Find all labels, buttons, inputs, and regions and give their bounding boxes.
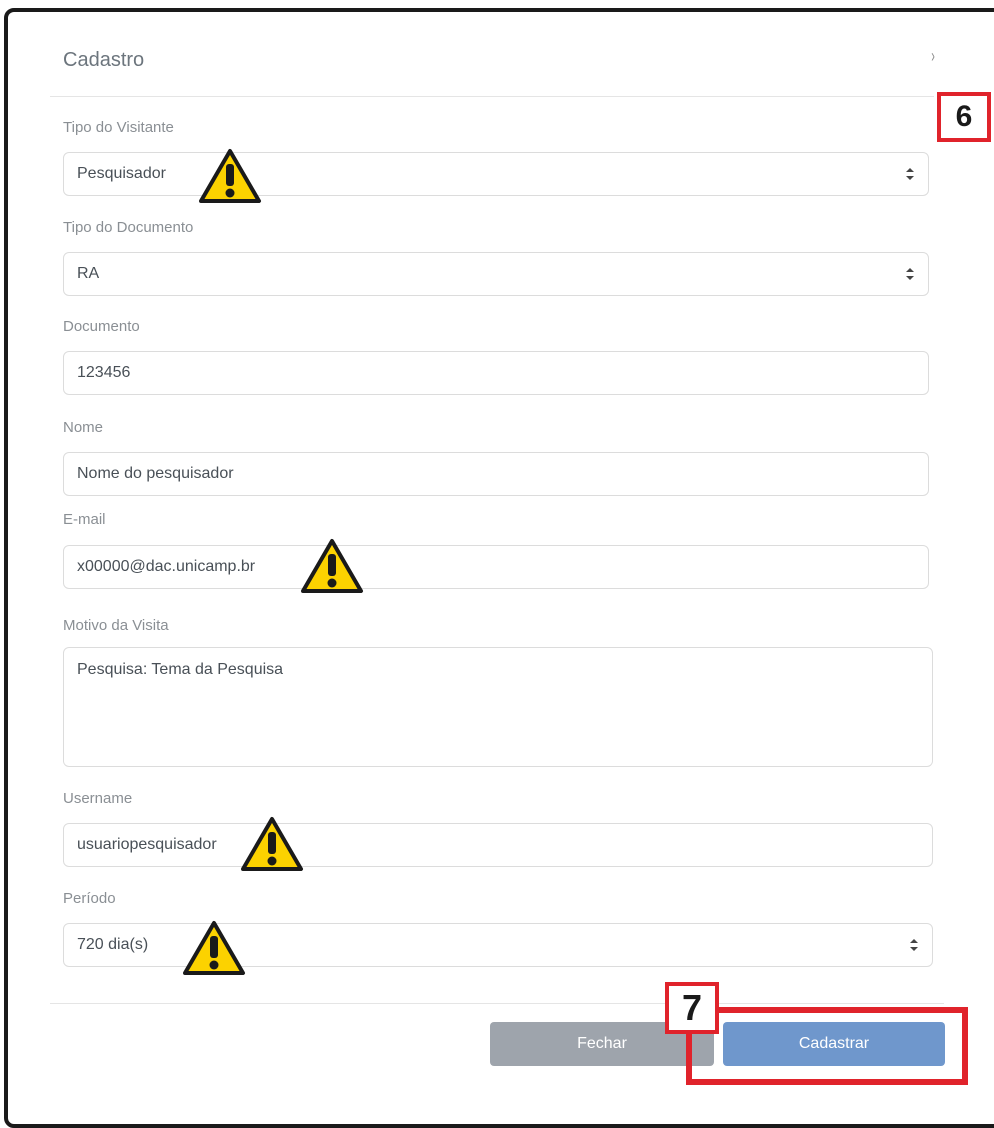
visitor-type-label: Tipo do Visitante [63,119,174,136]
document-type-select[interactable]: RA [63,252,929,296]
document-label: Documento [63,318,140,335]
username-value: usuariopesquisador [77,836,217,853]
document-input[interactable]: 123456 [63,351,929,395]
name-input[interactable]: Nome do pesquisador [63,452,929,496]
email-input[interactable]: x00000@dac.unicamp.br [63,545,929,589]
document-type-value: RA [77,265,100,282]
select-caret-icon [910,939,918,951]
name-value: Nome do pesquisador [77,465,234,482]
name-label: Nome [63,419,104,436]
close-icon[interactable]: › [931,46,935,67]
username-label: Username [63,790,133,807]
reason-value: Pesquisa: Tema da Pesquisa [77,661,284,678]
modal-title: Cadastro [63,49,145,71]
submit-highlight-box [686,1007,968,1085]
document-type-label: Tipo do Documento [63,219,194,236]
select-caret-icon [906,168,914,180]
select-caret-icon [906,268,914,280]
reason-textarea[interactable]: Pesquisa: Tema da Pesquisa [63,647,933,767]
email-value: x00000@dac.unicamp.br [77,558,256,575]
visitor-type-select[interactable]: Pesquisador [63,152,929,196]
visitor-type-value: Pesquisador [77,165,166,182]
header-divider [50,96,934,97]
warning-icon [301,539,363,593]
warning-icon [241,817,303,871]
period-value: 720 dia(s) [77,936,149,953]
email-label: E-mail [63,511,106,528]
username-input[interactable]: usuariopesquisador [63,823,933,867]
period-label: Período [63,890,116,907]
callout-7: 7 [665,982,719,1034]
warning-icon [183,921,245,975]
reason-label: Motivo da Visita [63,617,169,634]
warning-icon [199,149,261,203]
callout-6: 6 [937,92,991,142]
document-value: 123456 [77,364,131,381]
footer-divider [50,1003,944,1004]
